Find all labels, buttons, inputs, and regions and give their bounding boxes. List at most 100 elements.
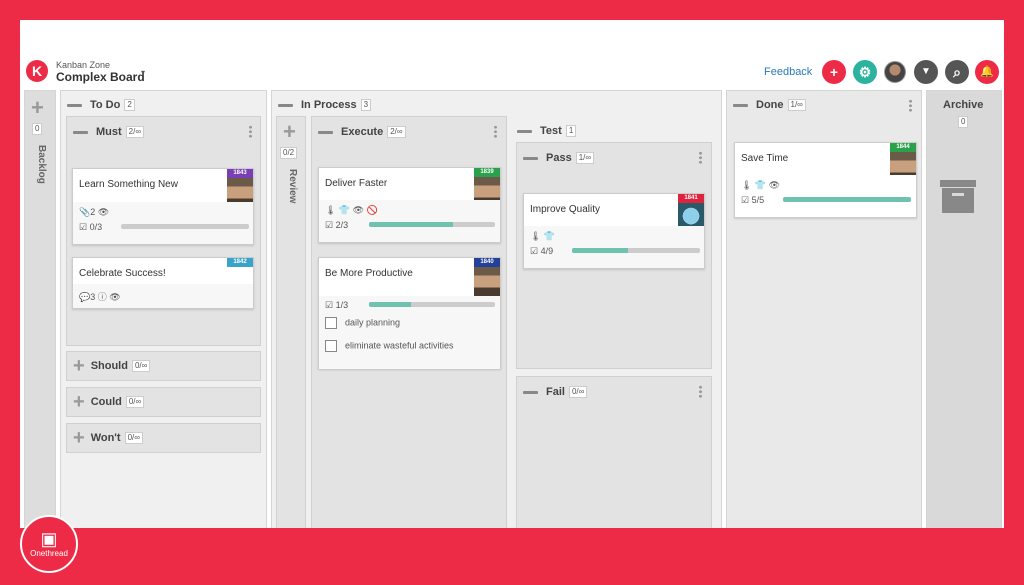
comment-info-watch-icons: 💬3 ⓘ 👁	[79, 292, 121, 302]
assignee-avatar[interactable]	[474, 267, 500, 296]
collapse-icon[interactable]	[318, 130, 333, 134]
add-card-review-button[interactable]: +	[283, 119, 296, 145]
expand-icon[interactable]: +	[73, 356, 85, 376]
gear-icon[interactable]: ⚙	[853, 60, 877, 84]
could-header: + Could 0/∞	[73, 392, 145, 412]
backlog-column: + 0 Backlog	[24, 90, 56, 528]
search-icon[interactable]: ⌕	[945, 60, 969, 84]
collapse-icon[interactable]	[67, 103, 82, 107]
card-title: Learn Something New	[79, 179, 178, 190]
checklist-progress: ☑ 2/3	[325, 220, 349, 230]
archive-box-icon[interactable]	[940, 180, 976, 213]
card-footer: 📎2 👁 ☑ 0/3	[73, 202, 253, 244]
progress-bar	[572, 248, 700, 253]
more-options-icon[interactable]	[699, 385, 702, 398]
checklist-progress: ☑ 1/3	[325, 300, 349, 310]
card-1842[interactable]: Celebrate Success! 1842 💬3 ⓘ 👁	[72, 257, 254, 309]
collapse-icon[interactable]	[523, 156, 538, 160]
review-count: 0/2	[280, 147, 298, 159]
card-id-badge: 1844	[890, 143, 916, 152]
chevron-down-icon[interactable]: ▾	[141, 68, 145, 77]
checklist-progress: ☑ 4/9	[530, 246, 554, 256]
more-options-icon[interactable]	[699, 151, 702, 164]
user-avatar[interactable]	[884, 61, 906, 83]
card-1840[interactable]: Be More Productive 1840 ☑ 1/3 daily plan…	[318, 257, 501, 369]
card-footer: 🌡 👕 👁 ☑ 5/5	[735, 175, 916, 217]
archive-label: Archive	[943, 99, 984, 111]
todo-column: To Do 2 Must 2/∞ + Should 0/∞ + Could 0/∞ + Won…	[60, 90, 267, 528]
bell-icon[interactable]: 🔔	[975, 60, 999, 84]
card-title: Save Time	[741, 153, 789, 164]
card-footer: 🌡 👕 👁 🚫 ☑ 2/3	[319, 200, 500, 242]
add-icon[interactable]: +	[822, 60, 846, 84]
add-card-backlog-button[interactable]: +	[31, 95, 44, 121]
card-1839[interactable]: Deliver Faster 1839 🌡 👕 👁 🚫 ☑ 2/3	[318, 167, 501, 243]
execute-label: Execute	[341, 126, 384, 138]
must-header: Must 2/∞	[73, 126, 145, 139]
should-label: Should	[90, 359, 128, 372]
inprocess-count: 3	[360, 99, 372, 112]
archive-count: 0	[958, 116, 969, 128]
collapse-icon[interactable]	[733, 103, 748, 107]
review-lane: + 0/2 Review	[276, 116, 306, 528]
wont-limit: 0/∞	[124, 432, 143, 444]
checklist-item[interactable]: daily planning	[325, 317, 400, 329]
fail-limit: 0/∞	[568, 386, 588, 399]
brand-name: Kanban Zone	[56, 60, 111, 70]
progress-bar	[369, 222, 495, 227]
feedback-link[interactable]: Feedback	[764, 66, 812, 78]
board-title[interactable]: Complex Board	[56, 70, 145, 84]
checkbox[interactable]	[325, 317, 337, 329]
done-header: Done 1/∞	[733, 99, 806, 112]
card-1841[interactable]: Improve Quality 1841 🌡 👕 ☑ 4/9	[523, 193, 705, 269]
wont-lane: + Won't 0/∞	[66, 423, 261, 453]
checklist-item-label: daily planning	[345, 317, 401, 328]
card-meta-icons: 🌡 👕 👁	[741, 180, 781, 190]
checkbox[interactable]	[325, 340, 337, 352]
collapse-icon[interactable]	[517, 129, 532, 133]
collapse-icon[interactable]	[278, 103, 293, 107]
card-title: Celebrate Success!	[79, 268, 166, 279]
card-title: Be More Productive	[325, 268, 413, 279]
onethread-label: Onethread	[30, 549, 68, 558]
collapse-icon[interactable]	[523, 390, 538, 394]
more-options-icon[interactable]	[494, 125, 497, 138]
test-header: Test 1	[517, 125, 577, 138]
card-1843[interactable]: Learn Something New 1843 📎2 👁 ☑ 0/3	[72, 168, 254, 245]
checklist-progress: ☑ 5/5	[741, 195, 765, 205]
expand-icon[interactable]: +	[73, 392, 85, 412]
fail-label: Fail	[546, 386, 565, 398]
todo-label: To Do	[90, 99, 121, 111]
card-footer: 💬3 ⓘ 👁	[73, 284, 253, 308]
review-label: Review	[287, 169, 298, 204]
fail-header: Fail 0/∞	[523, 386, 588, 399]
progress-bar	[121, 224, 249, 229]
must-limit: 2/∞	[125, 126, 145, 139]
backlog-count: 0	[32, 123, 43, 135]
pass-label: Pass	[546, 152, 572, 164]
pass-header: Pass 1/∞	[523, 152, 595, 165]
test-count: 1	[565, 125, 577, 138]
todo-header: To Do 2	[67, 99, 135, 112]
filter-icon[interactable]: ▼	[914, 60, 938, 84]
more-options-icon[interactable]	[249, 125, 252, 138]
checklist-item-label: eliminate wasteful activities	[345, 340, 454, 351]
card-footer: ☑ 1/3 daily planning eliminate wasteful …	[319, 296, 500, 369]
card-footer: 🌡 👕 ☑ 4/9	[524, 226, 704, 268]
expand-icon[interactable]: +	[73, 428, 85, 448]
more-options-icon[interactable]	[909, 99, 912, 112]
collapse-icon[interactable]	[73, 130, 88, 134]
kanban-zone-logo[interactable]: K	[26, 60, 48, 82]
done-limit: 1/∞	[787, 99, 806, 112]
checklist-item[interactable]: eliminate wasteful activities	[325, 340, 454, 352]
kanban-app: K Kanban Zone Complex Board ▾ Feedback +…	[20, 20, 1004, 528]
progress-bar	[369, 302, 495, 307]
could-label: Could	[90, 395, 122, 408]
card-id-badge: 1841	[678, 194, 704, 203]
onethread-logo-icon: ▣	[40, 529, 58, 549]
card-id-badge: 1839	[474, 168, 500, 177]
card-1844[interactable]: Save Time 1844 🌡 👕 👁 ☑ 5/5	[734, 142, 917, 218]
backlog-label: Backlog	[36, 145, 47, 184]
inprocess-header: In Process 3	[278, 99, 372, 112]
attachment-watch-icons: 📎2 👁	[79, 207, 110, 217]
